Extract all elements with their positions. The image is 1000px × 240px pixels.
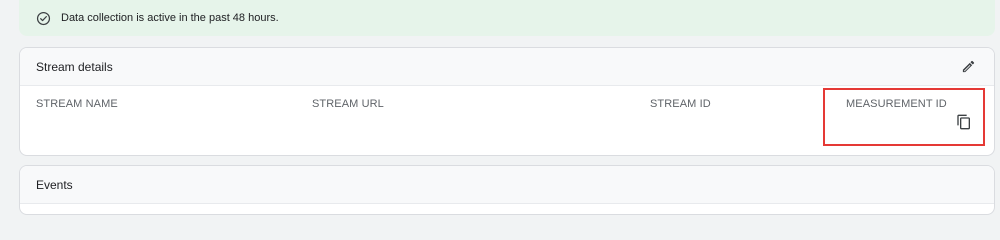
events-title: Events xyxy=(36,177,73,192)
stream-details-row: STREAM NAME STREAM URL STREAM ID MEASURE… xyxy=(20,86,994,155)
events-header: Events xyxy=(20,166,994,204)
events-card: Events xyxy=(19,165,995,215)
check-circle-icon xyxy=(35,10,51,26)
stream-url-label: STREAM URL xyxy=(312,98,384,110)
stream-name-label: STREAM NAME xyxy=(36,98,118,110)
copy-measurement-id-button[interactable] xyxy=(955,113,973,131)
stream-details-card: Stream details STREAM NAME STREAM URL ST… xyxy=(19,47,995,156)
status-banner-text: Data collection is active in the past 48… xyxy=(61,12,279,24)
status-banner: Data collection is active in the past 48… xyxy=(19,0,995,36)
copy-icon xyxy=(957,114,970,130)
stream-details-header: Stream details xyxy=(20,48,994,86)
edit-stream-button[interactable] xyxy=(958,57,978,77)
stream-details-title: Stream details xyxy=(36,59,113,74)
pencil-icon xyxy=(962,60,974,73)
stream-id-label: STREAM ID xyxy=(650,98,711,110)
page: Data collection is active in the past 48… xyxy=(0,0,1000,215)
measurement-id-label: MEASUREMENT ID xyxy=(846,98,947,110)
